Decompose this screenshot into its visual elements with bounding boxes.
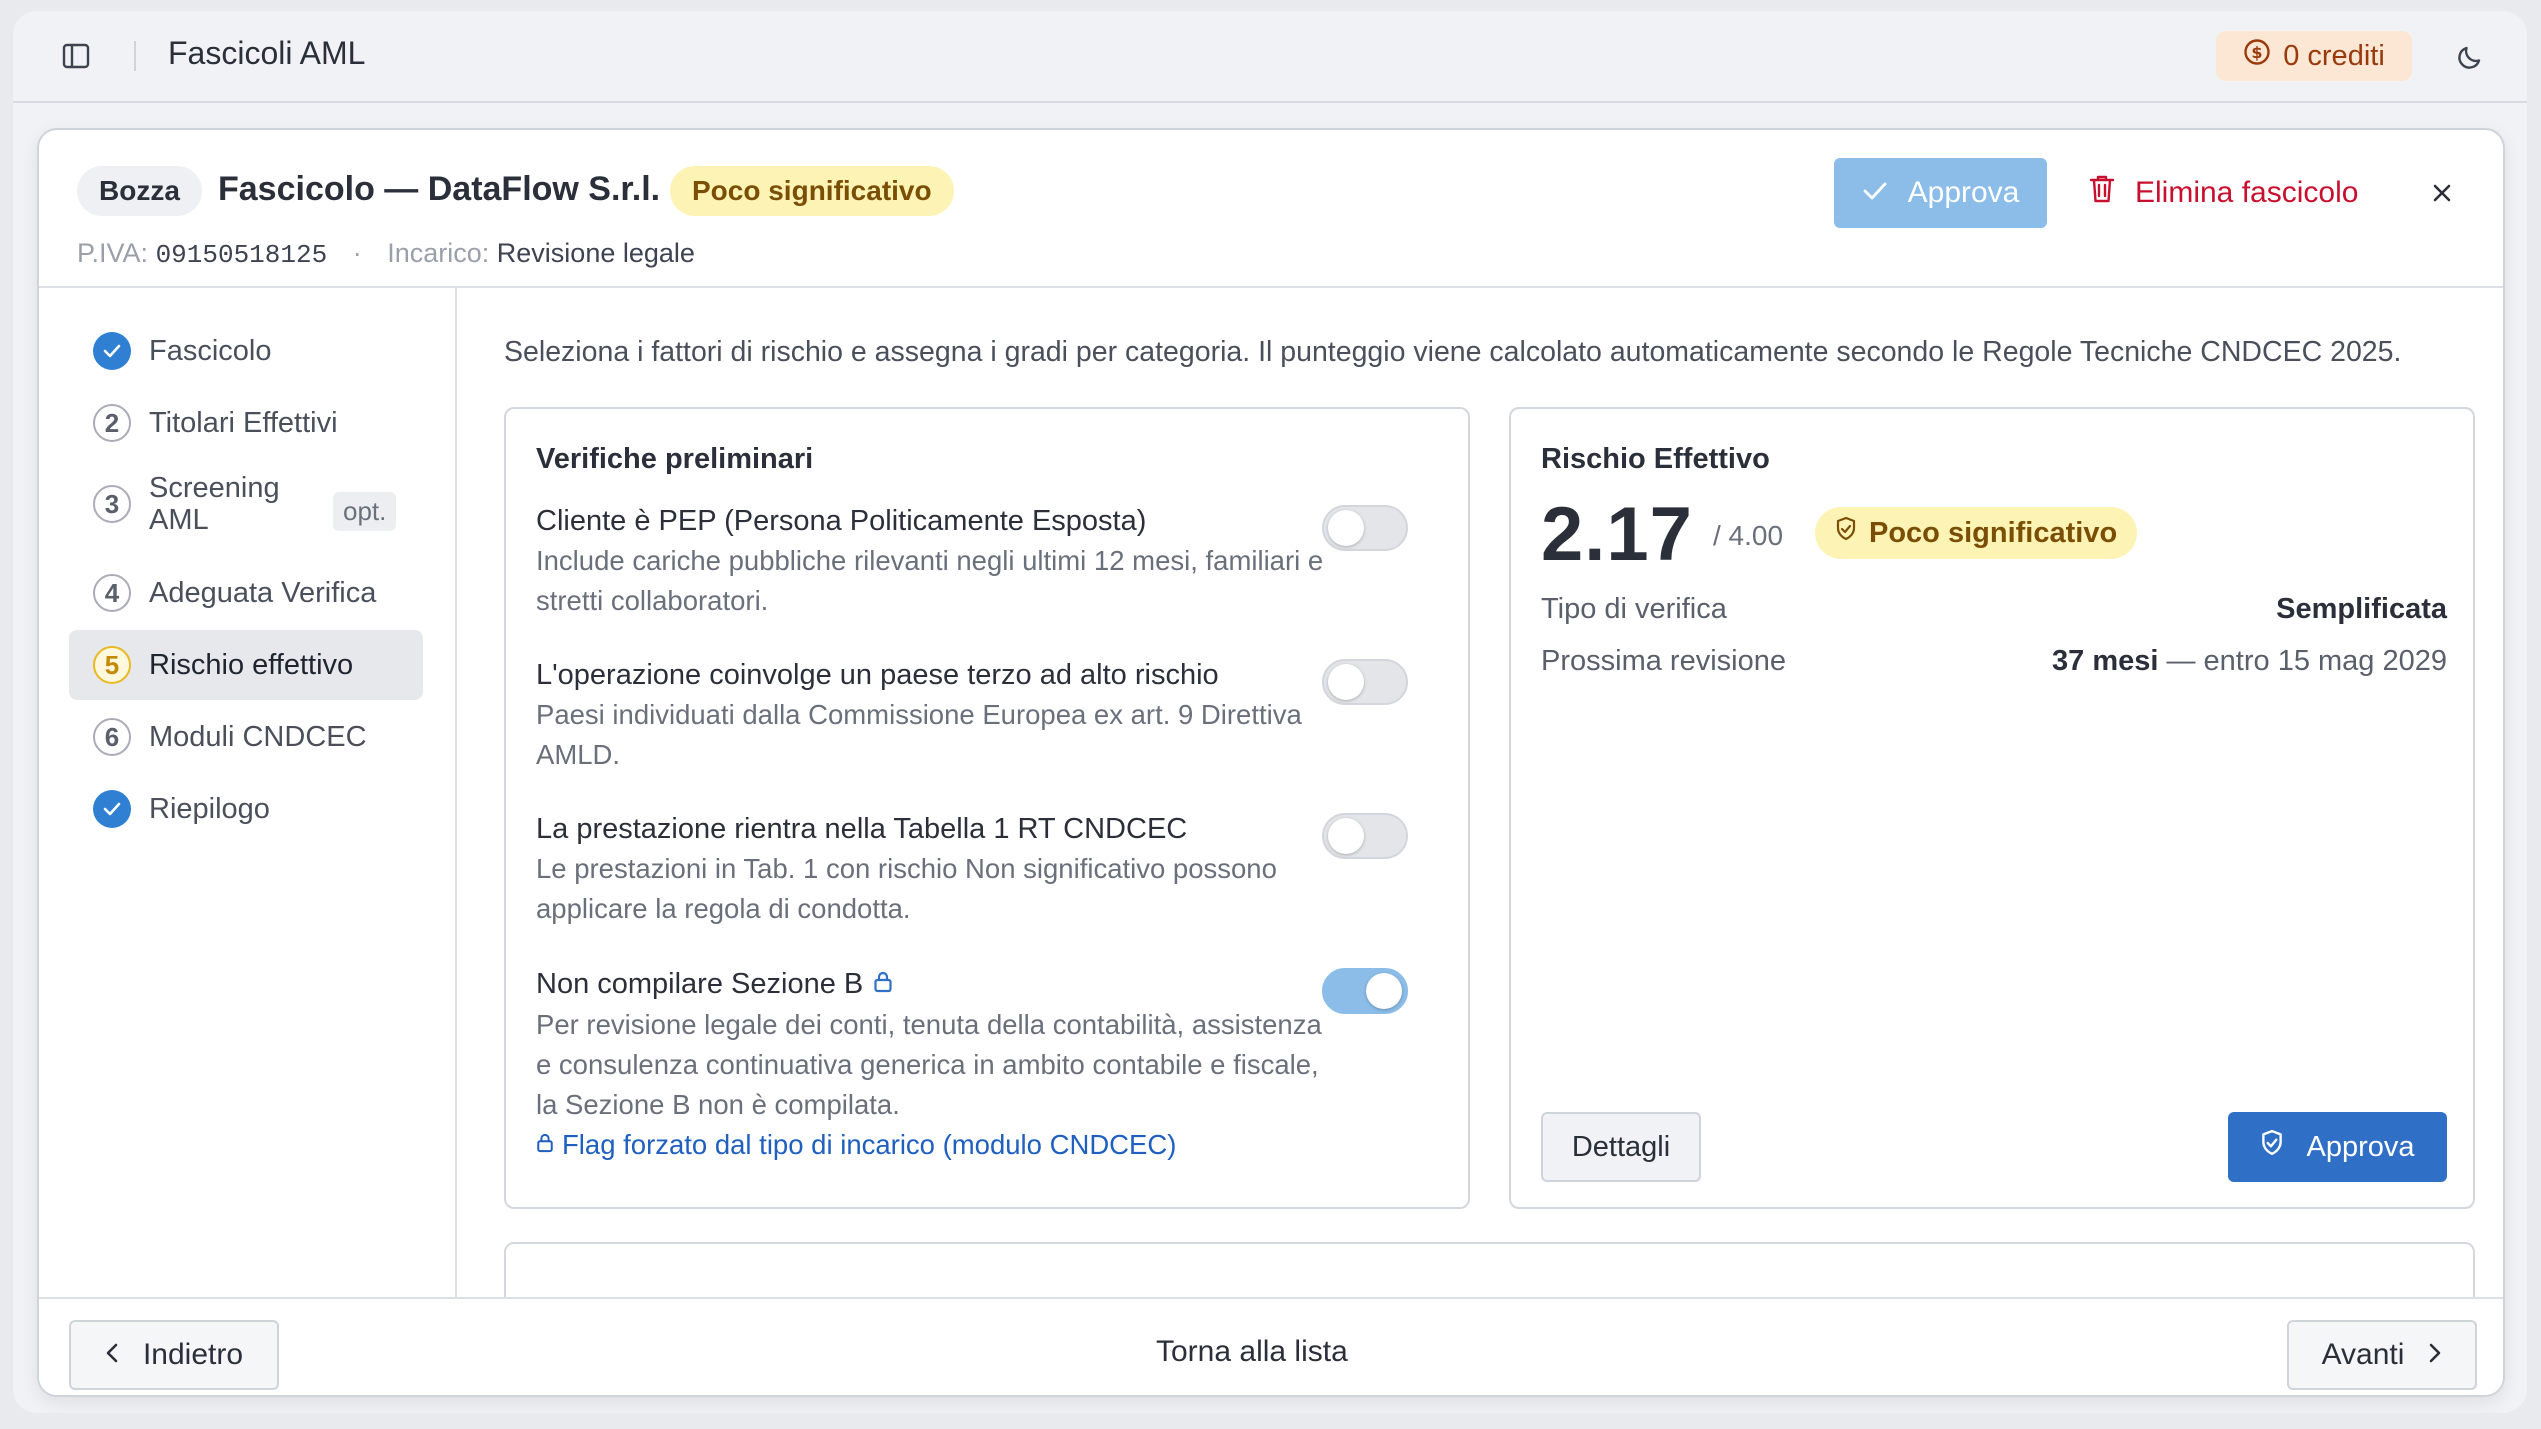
check-circle-icon (93, 790, 131, 828)
option-description: Per revisione legale dei conti, tenuta d… (536, 1009, 1322, 1121)
step-label: Rischio effettivo (149, 648, 354, 681)
next-label: Avanti (2321, 1338, 2405, 1371)
back-to-list-button[interactable]: Torna alla lista (1156, 1335, 1348, 1369)
high-risk-country-toggle[interactable] (1322, 659, 1408, 705)
tabella-1-toggle[interactable] (1322, 813, 1408, 859)
verification-type-value: Semplificata (2276, 593, 2447, 625)
next-button[interactable]: Avanti (2287, 1320, 2477, 1390)
shield-check-icon (2260, 1129, 2284, 1165)
step-fascicolo[interactable]: Fascicolo (69, 316, 423, 386)
step-number: 2 (93, 404, 131, 442)
option-skip-sezione-b: Non compilare Sezione B Per revisione le… (536, 964, 1436, 1165)
back-label: Indietro (142, 1338, 244, 1371)
option-pep: Cliente è PEP (Persona Politicamente Esp… (536, 501, 1436, 621)
card-title: Rischio Effettivo (1541, 443, 1770, 475)
check-circle-icon (93, 332, 131, 370)
approve-button[interactable]: Approva (2228, 1112, 2447, 1182)
step-moduli-cndcec[interactable]: 6 Moduli CNDCEC (69, 702, 423, 772)
next-section-card (504, 1242, 2475, 1297)
option-title: L'operazione coinvolge un paese terzo ad… (536, 659, 1219, 691)
approve-label: Approva (1907, 176, 2020, 209)
step-label: Titolari Effettivi (149, 406, 338, 439)
coin-icon: $ (2243, 38, 2271, 74)
step-number: 6 (93, 718, 131, 756)
next-review-value: 37 mesi — entro 15 mag 2029 (2052, 645, 2447, 677)
optional-badge: opt. (333, 492, 397, 531)
piva-label: P.IVA: (77, 238, 149, 268)
pep-toggle[interactable] (1322, 505, 1408, 551)
risk-level-badge: Poco significativo (1815, 507, 2138, 559)
dialog-footer: Indietro Torna alla lista Avanti (39, 1297, 2503, 1395)
status-badge: Bozza (77, 166, 202, 216)
option-high-risk-country: L'operazione coinvolge un paese terzo ad… (536, 655, 1436, 775)
details-button[interactable]: Dettagli (1541, 1112, 1701, 1182)
step-rischio-effettivo[interactable]: 5 Rischio effettivo (69, 630, 423, 700)
step-label: Adeguata Verifica (149, 576, 377, 609)
option-description: Include cariche pubbliche rilevanti negl… (536, 545, 1324, 616)
fascicolo-dialog: Bozza Fascicolo — DataFlow S.r.l. Poco s… (37, 128, 2505, 1397)
step-label: Riepilogo (149, 792, 270, 825)
skip-sezione-b-toggle[interactable] (1322, 968, 1408, 1014)
forced-flag-note[interactable]: Flag forzato dal tipo di incarico (modul… (536, 1125, 1436, 1165)
preliminary-checks-card: Verifiche preliminari Cliente è PEP (Per… (504, 407, 1470, 1209)
incarico-value: Revisione legale (496, 238, 695, 268)
piva-value: 09150518125 (155, 240, 328, 270)
intro-text: Seleziona i fattori di rischio e assegna… (504, 336, 2402, 368)
step-adeguata-verifica[interactable]: 4 Adeguata Verifica (69, 558, 423, 628)
delete-label: Elimina fascicolo (2135, 176, 2359, 209)
dialog-meta: P.IVA: 09150518125 · Incarico: Revisione… (77, 238, 695, 270)
option-title: La prestazione rientra nella Tabella 1 R… (536, 813, 1188, 845)
risk-level-label: Poco significativo (1869, 516, 2118, 549)
verification-type-label: Tipo di verifica (1541, 593, 1727, 625)
check-icon (1862, 176, 1888, 210)
lock-icon (873, 965, 893, 1005)
credits-label: 0 crediti (2283, 39, 2385, 72)
step-number: 3 (93, 485, 131, 523)
step-label: Fascicolo (149, 334, 272, 367)
forced-flag-text: Flag forzato dal tipo di incarico (modul… (562, 1129, 1177, 1161)
option-description: Paesi individuati dalla Commissione Euro… (536, 699, 1302, 770)
top-bar: Fascicoli AML $ 0 crediti (13, 11, 2527, 103)
card-title: Verifiche preliminari (536, 443, 814, 475)
lock-icon (536, 1125, 554, 1165)
step-number: 4 (93, 574, 131, 612)
risk-summary-card: Rischio Effettivo 2.17 / 4.00 Poco signi… (1509, 407, 2475, 1209)
option-title: Non compilare Sezione B (536, 968, 864, 1000)
step-label: Moduli CNDCEC (149, 720, 367, 753)
option-title-row: Non compilare Sezione B (536, 964, 1436, 1005)
approve-button-header[interactable]: Approva (1834, 158, 2047, 228)
main-content: Seleziona i fattori di rischio e assegna… (459, 288, 2503, 1297)
step-riepilogo[interactable]: Riepilogo (69, 774, 423, 844)
dialog-title: Fascicolo — DataFlow S.r.l. (218, 170, 661, 208)
toolbar-divider (134, 41, 136, 71)
meta-separator: · (352, 238, 362, 268)
risk-score: 2.17 (1541, 492, 1693, 577)
next-review-label: Prossima revisione (1541, 645, 1786, 677)
incarico-label: Incarico: (387, 238, 490, 268)
credits-badge[interactable]: $ 0 crediti (2216, 31, 2412, 81)
close-icon[interactable] (2425, 176, 2459, 210)
chevron-right-icon (2428, 1338, 2442, 1372)
app-window: Fascicoli AML $ 0 crediti Bozza Fascicol… (13, 11, 2527, 1413)
risk-score-max: / 4.00 (1713, 520, 1784, 551)
step-number: 5 (93, 646, 131, 684)
step-titolari-effettivi[interactable]: 2 Titolari Effettivi (69, 388, 423, 458)
sidebar-toggle-icon[interactable] (61, 41, 91, 71)
wizard-steps: Fascicolo 2 Titolari Effettivi 3 Screeni… (39, 288, 457, 1297)
app-title: Fascicoli AML (168, 35, 366, 71)
option-title: Cliente è PEP (Persona Politicamente Esp… (536, 505, 1147, 537)
moon-icon[interactable] (2455, 42, 2485, 72)
option-description: Le prestazioni in Tab. 1 con rischio Non… (536, 853, 1277, 924)
step-label: Screening AML (149, 472, 280, 536)
shield-icon (1835, 516, 1857, 550)
back-button[interactable]: Indietro (69, 1320, 279, 1390)
svg-text:$: $ (2252, 43, 2263, 62)
chevron-left-icon (105, 1338, 119, 1372)
risk-badge: Poco significativo (670, 166, 954, 216)
option-tabella-1: La prestazione rientra nella Tabella 1 R… (536, 809, 1436, 929)
approve-label: Approva (2306, 1130, 2415, 1163)
dialog-header: Bozza Fascicolo — DataFlow S.r.l. Poco s… (39, 130, 2503, 288)
trash-icon (2089, 174, 2115, 212)
delete-fascicolo-button[interactable]: Elimina fascicolo (2089, 158, 2358, 228)
